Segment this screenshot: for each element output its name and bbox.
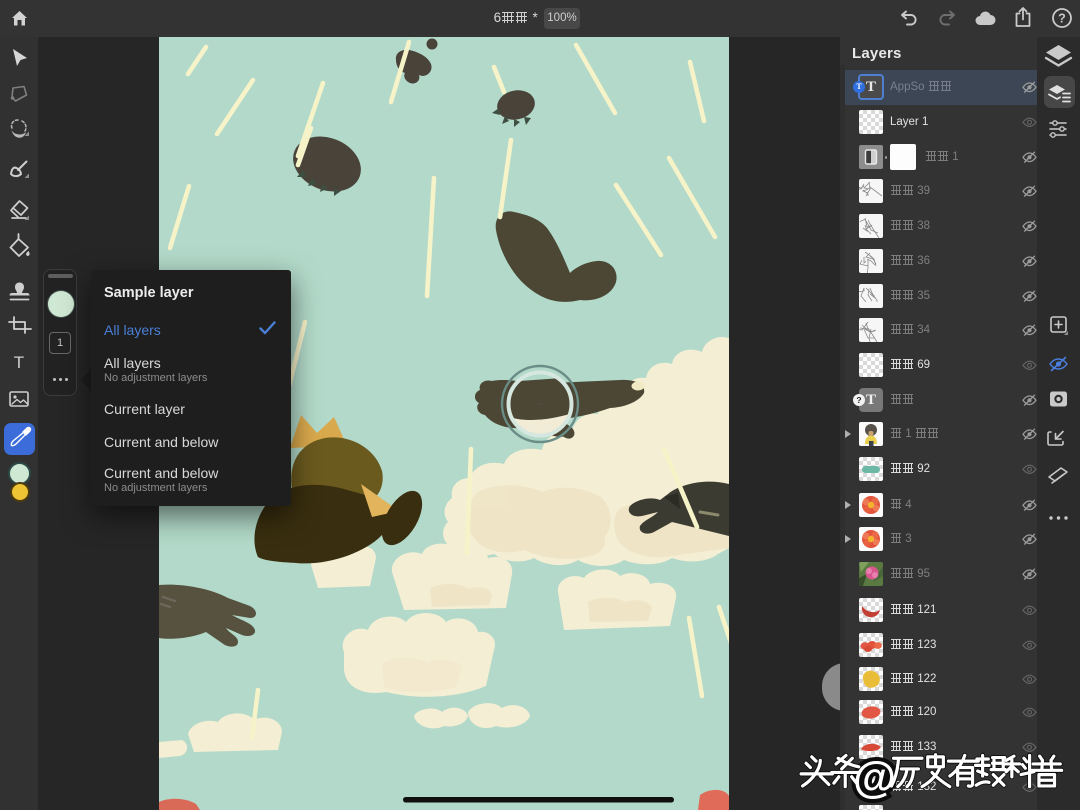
svg-text:@: @	[853, 753, 896, 802]
